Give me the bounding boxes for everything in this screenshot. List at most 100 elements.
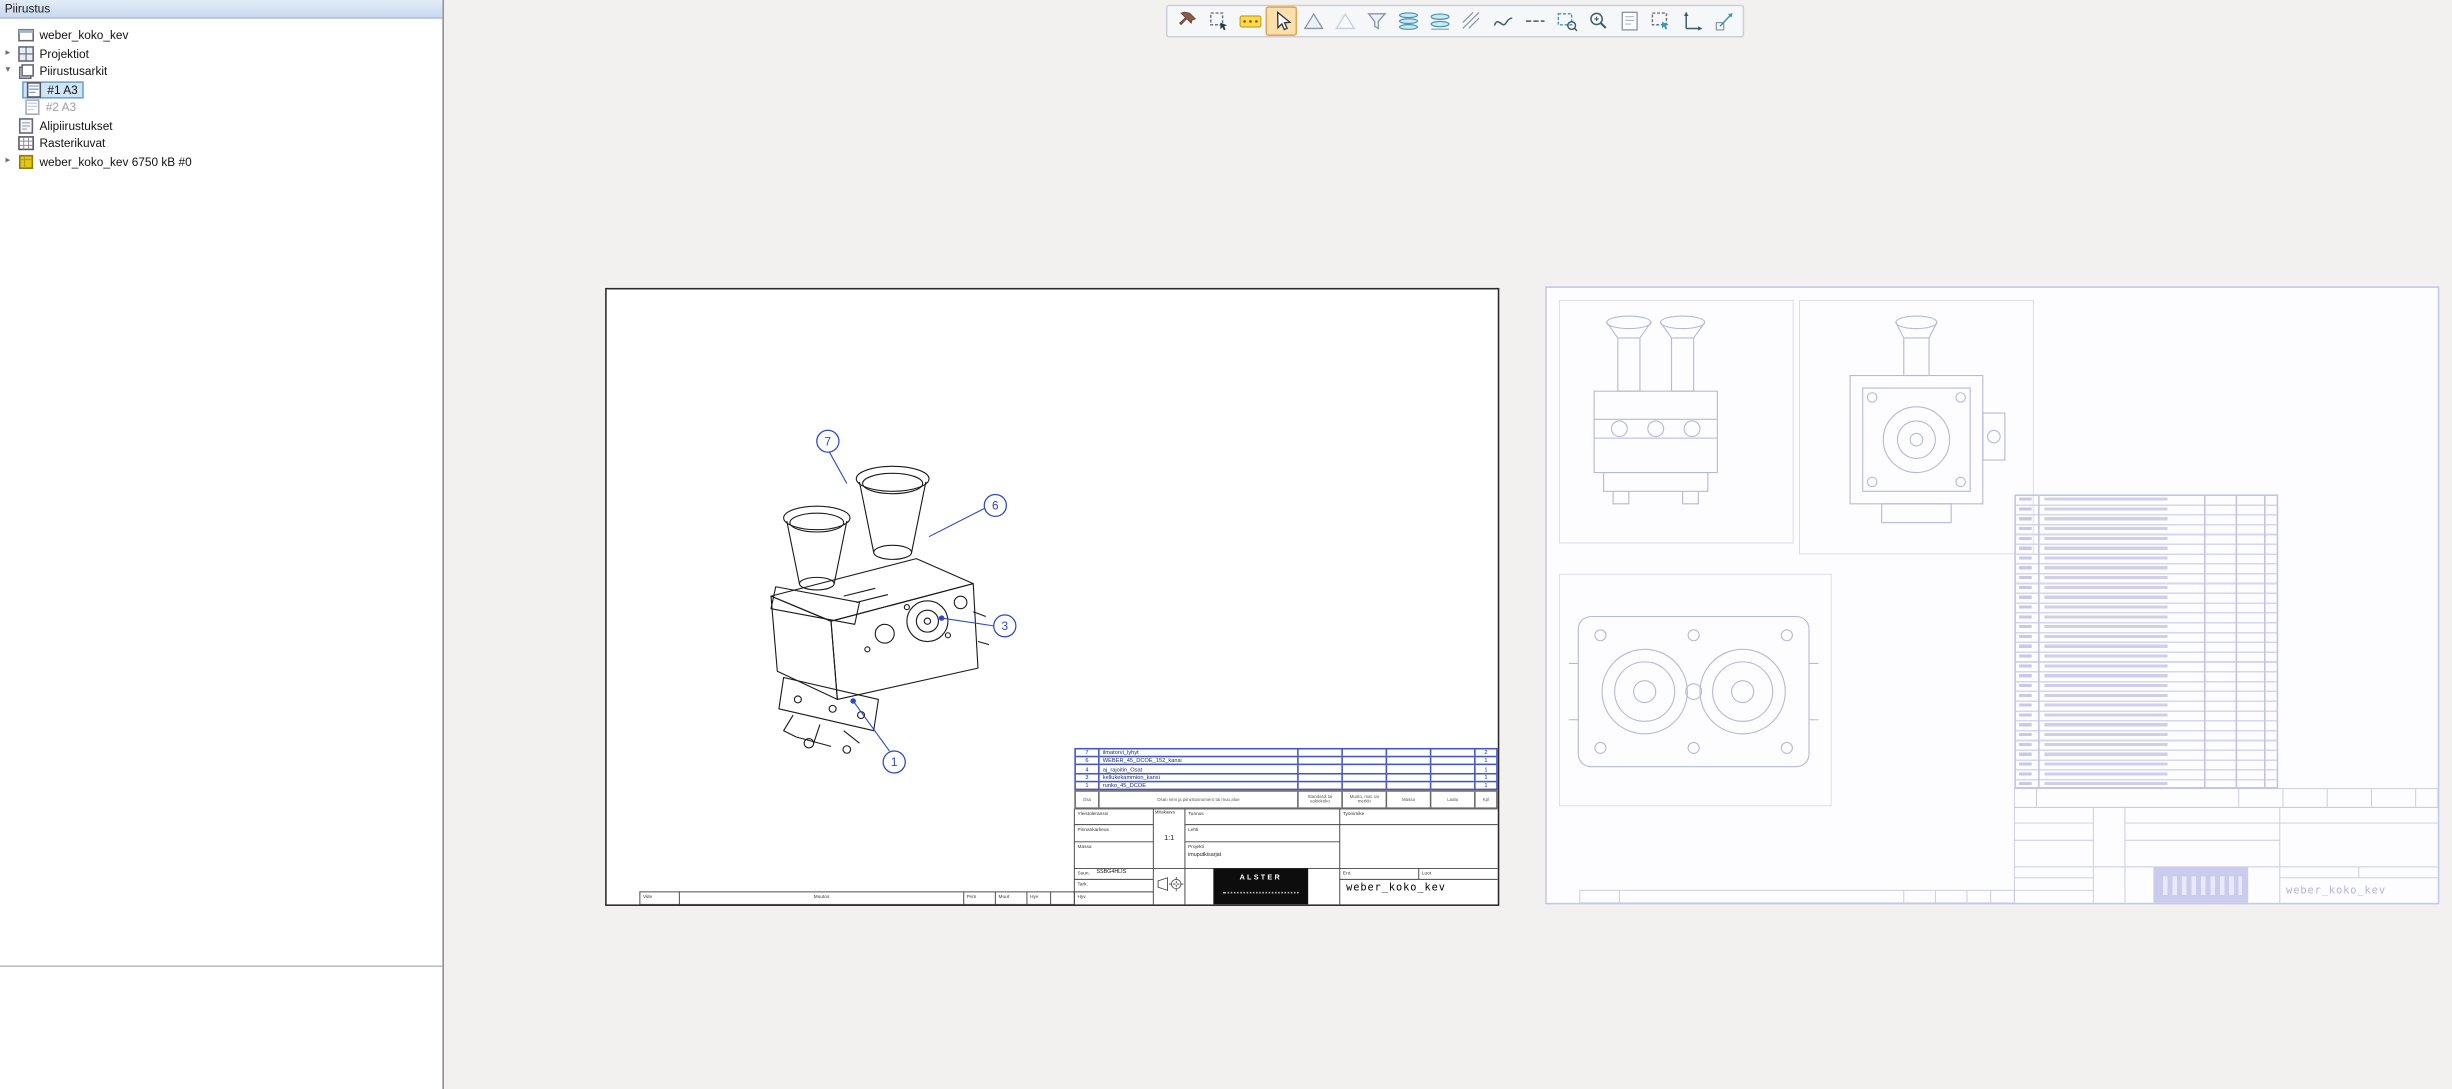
zoom-window-tool[interactable]: [1550, 6, 1582, 36]
rev-col-muutos: Muutos: [679, 894, 963, 899]
selected-item-highlight: #1 A3: [22, 81, 84, 98]
tolerance-label: Yleistoleranssi: [1077, 811, 1108, 816]
designed-label: Suun.: [1077, 871, 1089, 876]
projection-symbol-icon: [1158, 877, 1183, 891]
tree-item-label: weber_koko_kev 6750 kB #0: [36, 155, 195, 169]
spline-tool[interactable]: [1487, 6, 1519, 36]
tree-item-raster-images[interactable]: Rasterikuvat: [0, 135, 442, 153]
spline-icon: [1491, 9, 1515, 32]
part-mat: [1341, 782, 1385, 789]
approved-label: Hyv.: [1077, 894, 1086, 899]
triangle-alt-icon: [1333, 9, 1357, 32]
raster-grid-icon: [16, 135, 37, 152]
app-window: 7 6 3 1 7 ilmatorvi_lyhy: [0, 0, 2452, 1089]
hatch-tool[interactable]: [1455, 6, 1487, 36]
pin-icon: [1175, 9, 1199, 32]
part-qty: 1: [1474, 782, 1496, 789]
table-divider: [2038, 496, 2040, 787]
sheet-page-icon: [24, 81, 45, 98]
zoom-window-icon: [1554, 9, 1578, 32]
dashed-line-tool[interactable]: [1518, 6, 1550, 36]
expander-icon[interactable]: ▾: [0, 63, 16, 80]
measure-tool[interactable]: [1234, 6, 1266, 36]
ghost-parts-table: [2014, 494, 2278, 788]
drawing-sheet-1[interactable]: 7 6 3 1 7 ilmatorvi_lyhy: [605, 288, 1499, 906]
header-std: Standardi tai vakiokoko: [1297, 792, 1341, 808]
company-logo-text: ALSTER: [1213, 873, 1308, 881]
rev-col-viite: Viite: [643, 894, 652, 899]
tree-item-drawing-root[interactable]: weber_koko_kev: [0, 27, 442, 45]
panel-splitter[interactable]: [0, 965, 442, 967]
filter-tool[interactable]: [1360, 6, 1392, 36]
tree-item-sheet-2[interactable]: #2 A3: [0, 99, 442, 117]
tree-item-sheets[interactable]: ▾ Piirustusarkit: [0, 63, 442, 81]
select-cursor-tool[interactable]: [1265, 6, 1297, 36]
expander-icon[interactable]: ▸: [0, 153, 16, 170]
pick-box-tool[interactable]: [1202, 6, 1234, 36]
table-divider: [2236, 496, 2238, 787]
header-mat: Muoto, mat. tai merkki: [1341, 792, 1385, 808]
checked-label: Tark.: [1077, 882, 1087, 887]
dashed-line-icon: [1522, 9, 1546, 32]
select-window-tool[interactable]: [1645, 6, 1677, 36]
surface-lines-icon: [1396, 9, 1420, 32]
measure-icon: [1238, 9, 1262, 32]
project-value: imuputkisarjat: [1188, 853, 1221, 859]
tree-item-sheet-1[interactable]: #1 A3: [0, 81, 442, 99]
tree-item-label: #2 A3: [43, 101, 80, 115]
part-std: [1297, 782, 1341, 789]
worktitle-label: Työnimike: [1343, 811, 1364, 816]
balloon-7-number: 7: [825, 435, 832, 448]
triangle-alt-tool[interactable]: [1329, 6, 1361, 36]
part-grade: [1430, 782, 1474, 789]
surface-lines-tool[interactable]: [1392, 6, 1424, 36]
rev-col-pvm: Pvm: [967, 894, 976, 899]
drawing-icon: [16, 27, 37, 44]
filter-icon: [1364, 9, 1388, 32]
hatch-icon: [1459, 9, 1483, 32]
ghost-logo-marks: [2163, 876, 2242, 895]
sheet-page-icon: [22, 99, 43, 116]
rev-col-muut: Muut: [998, 894, 1009, 899]
sheet-icon: [1617, 9, 1641, 32]
axes-icon: [1680, 9, 1704, 32]
tree-item-subdrawings[interactable]: Alipiirustukset: [0, 117, 442, 135]
project-label: Projekti: [1188, 844, 1204, 849]
view-frames: [1559, 300, 2033, 805]
zoom-icon: [1585, 9, 1609, 32]
triangle-icon: [1301, 9, 1325, 32]
prev-label: Ent.: [1343, 871, 1351, 876]
tree-item-label: Piirustusarkit: [36, 65, 110, 79]
sheet-tool[interactable]: [1613, 6, 1645, 36]
zoom-tool[interactable]: [1581, 6, 1613, 36]
expander-icon[interactable]: ▸: [0, 45, 16, 62]
pick-box-icon: [1206, 9, 1230, 32]
orient-view-icon: [1712, 9, 1736, 32]
surface-lines-alt-tool[interactable]: [1423, 6, 1455, 36]
ghost-drawing-name: weber_koko_kev: [2286, 884, 2386, 897]
subdrawing-icon: [16, 117, 37, 134]
tree-item-projections[interactable]: ▸ Projektiot: [0, 45, 442, 63]
sheet2-drawing: [1547, 288, 2438, 903]
model-tree-panel: Piirustus weber_koko_kev ▸ Projektiot ▾ …: [0, 0, 444, 1089]
triangle-tool[interactable]: [1297, 6, 1329, 36]
surface-lines-alt-icon: [1427, 9, 1451, 32]
pin-tool[interactable]: [1171, 6, 1203, 36]
orient-view-tool[interactable]: [1708, 6, 1740, 36]
tree-item-label: #1 A3: [44, 83, 81, 97]
tree-item-model[interactable]: ▸ weber_koko_kev 6750 kB #0: [0, 153, 442, 171]
parts-list-header: Osa Osan nimi ja piirustusnumero tai muu…: [1074, 790, 1497, 809]
tree-item-label: Rasterikuvat: [36, 137, 108, 151]
axes-tool[interactable]: [1676, 6, 1708, 36]
drawing-sheet-2-preview[interactable]: weber_koko_kev: [1545, 286, 2439, 904]
company-logo-dots: [1223, 892, 1299, 894]
created-label: Luot: [1422, 871, 1431, 876]
header-name: Osan nimi ja piirustusnumero tai muu alu…: [1098, 792, 1297, 808]
scale-value: 1:1: [1153, 834, 1185, 842]
header-mass: Massa: [1386, 792, 1430, 808]
panel-title: Piirustus: [0, 0, 442, 19]
select-cursor-icon: [1269, 9, 1293, 32]
tree-item-label: Alipiirustukset: [36, 119, 115, 133]
surface-label: Pinnankarkeus: [1077, 828, 1108, 833]
parts-row: 3 kellukekammion_kansi 1: [1076, 772, 1496, 780]
